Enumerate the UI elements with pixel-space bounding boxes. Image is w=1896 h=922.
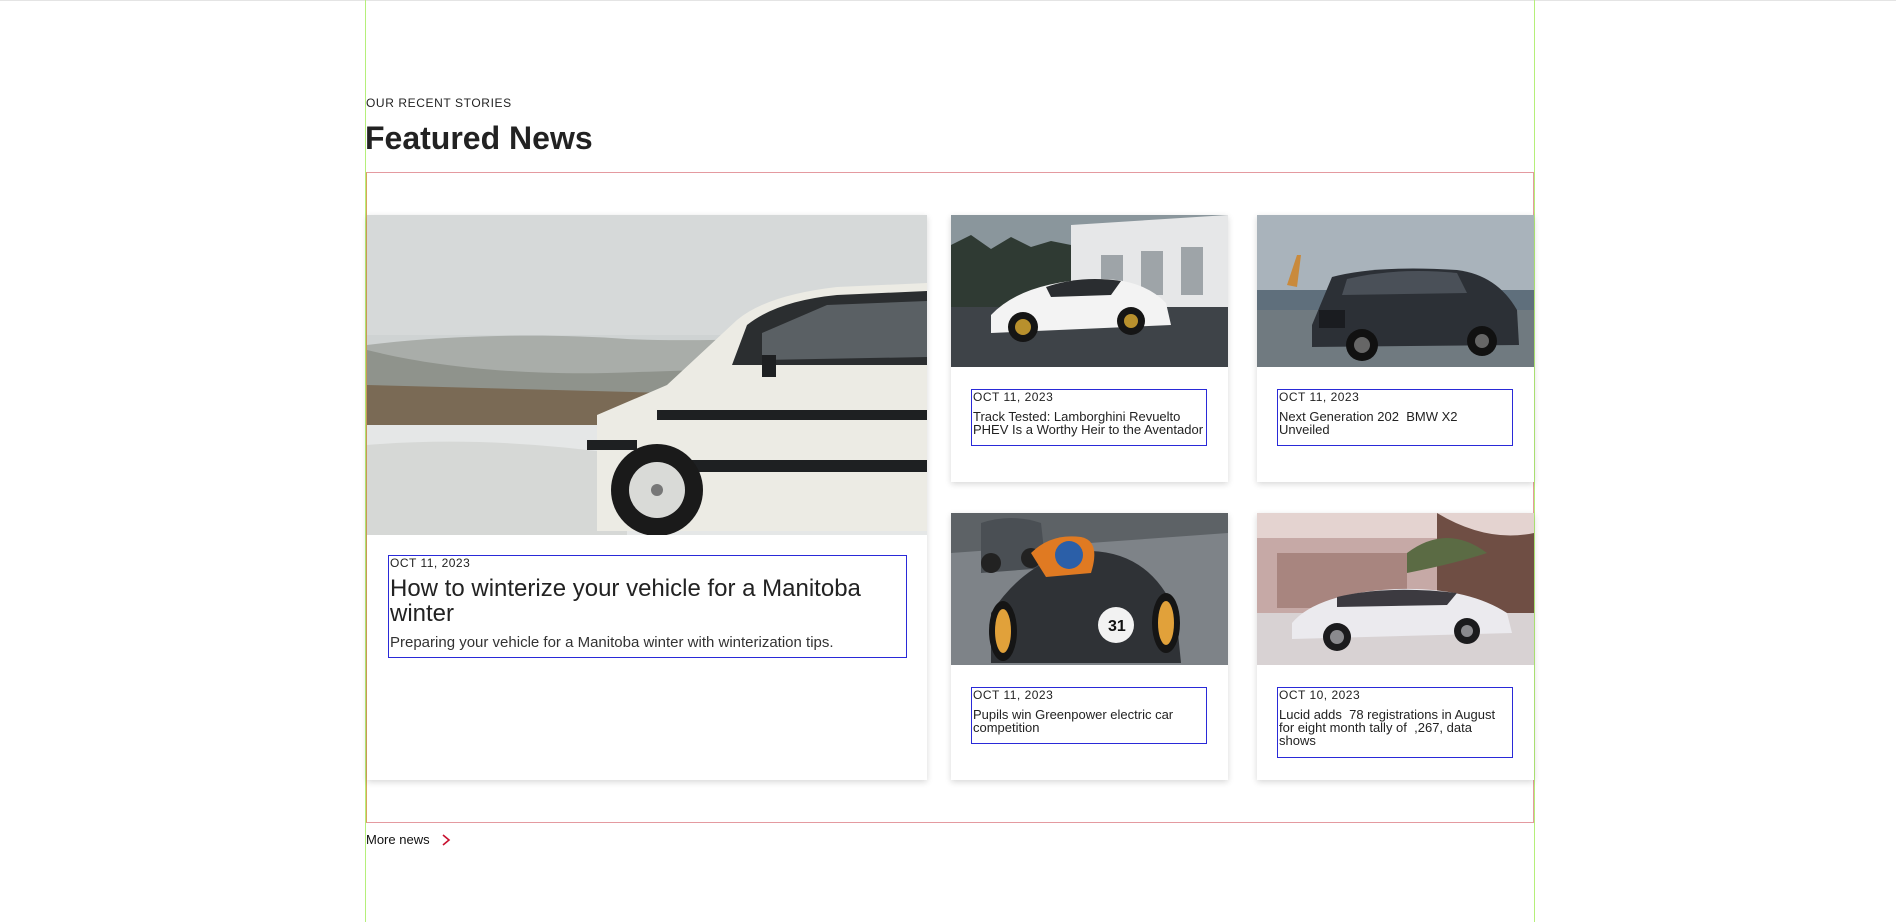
news-date: OCT 11, 2023 <box>973 390 1054 404</box>
news-card[interactable]: OCT 11, 2023 Track Tested: Lamborghini R… <box>951 215 1228 482</box>
news-date: OCT 11, 2023 <box>1279 390 1360 404</box>
news-text: OCT 10, 2023 Lucid adds 78 registrations… <box>1277 687 1513 758</box>
news-date: OCT 11, 2023 <box>973 688 1054 702</box>
more-news-link[interactable]: More news <box>366 832 452 847</box>
greenpower-car-image: 31 <box>951 513 1228 665</box>
lucid-car-image <box>1257 513 1534 665</box>
winter-car-image <box>367 215 927 535</box>
news-date: OCT 10, 2023 <box>1279 688 1361 702</box>
news-date: OCT 11, 2023 <box>390 556 471 570</box>
news-title[interactable]: Lucid adds 78 registrations in August fo… <box>1279 708 1511 747</box>
news-text: OCT 11, 2023 Pupils win Greenpower elect… <box>971 687 1207 744</box>
news-text: OCT 11, 2023 Next Generation 202 BMW X2 … <box>1277 389 1513 446</box>
featured-news-card[interactable]: OCT 11, 2023 How to winterize your vehic… <box>367 215 927 780</box>
news-card[interactable]: OCT 11, 2023 Next Generation 202 BMW X2 … <box>1257 215 1534 482</box>
more-news-label: More news <box>366 832 430 847</box>
news-title[interactable]: Next Generation 202 BMW X2 Unveiled <box>1279 410 1511 436</box>
lamborghini-image <box>951 215 1228 367</box>
news-excerpt: Preparing your vehicle for a Manitoba wi… <box>390 634 834 651</box>
featured-news-text: OCT 11, 2023 How to winterize your vehic… <box>388 555 907 658</box>
section-title: Featured News <box>365 120 593 156</box>
svg-text:31: 31 <box>1108 618 1126 635</box>
layout-guide-right <box>1534 0 1535 922</box>
page: OUR RECENT STORIES Featured News OCT 11, <box>0 0 1896 922</box>
news-title[interactable]: Track Tested: Lamborghini Revuelto PHEV … <box>973 410 1205 436</box>
bmw-image <box>1257 215 1534 367</box>
news-text: OCT 11, 2023 Track Tested: Lamborghini R… <box>971 389 1207 446</box>
top-divider <box>0 0 1896 1</box>
news-title[interactable]: Pupils win Greenpower electric car compe… <box>973 708 1205 734</box>
news-card[interactable]: 31 OCT 11, 2023 Pupils win Greenpower el… <box>951 513 1228 780</box>
news-card[interactable]: OCT 10, 2023 Lucid adds 78 registrations… <box>1257 513 1534 780</box>
news-title[interactable]: How to winterize your vehicle for a Mani… <box>390 576 905 626</box>
chevron-right-icon <box>442 833 450 846</box>
section-eyebrow: OUR RECENT STORIES <box>366 96 512 110</box>
